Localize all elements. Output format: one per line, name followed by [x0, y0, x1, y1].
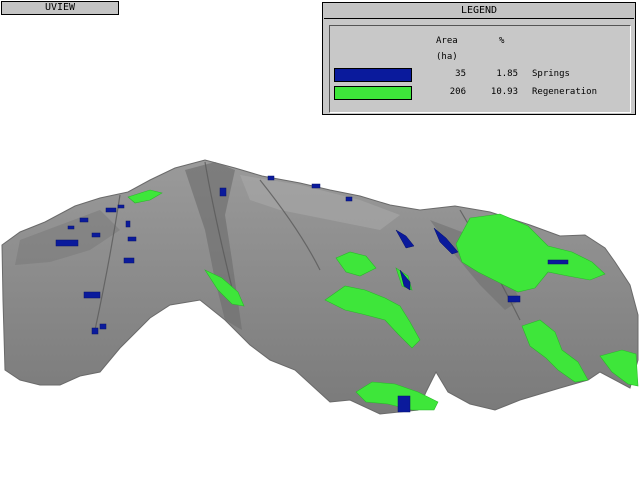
- spring-patch: [123, 257, 135, 264]
- spring-patch: [79, 217, 89, 223]
- spring-patch: [117, 204, 125, 209]
- spring-patch: [105, 207, 117, 213]
- spring-patch: [91, 327, 99, 335]
- spring-patch: [125, 220, 131, 228]
- spring-patch: [91, 232, 101, 238]
- spring-patch: [67, 225, 75, 230]
- regeneration-label: Regeneration: [532, 87, 598, 97]
- spring-patch: [345, 196, 353, 202]
- springs-swatch: [334, 68, 412, 82]
- legend-title: LEGEND: [324, 4, 634, 19]
- springs-label: Springs: [532, 69, 570, 79]
- spring-patch: [219, 187, 227, 197]
- spring-patch: [507, 295, 521, 303]
- regeneration-area: 206: [449, 87, 466, 97]
- spring-patch: [55, 239, 79, 247]
- legend-header-area: Area: [436, 36, 458, 46]
- regeneration-percent: 10.93: [490, 87, 518, 97]
- legend-panel: LEGEND Area % (ha) 35 1.85 Springs 206 1…: [322, 2, 636, 115]
- legend-body: Area % (ha) 35 1.85 Springs 206 10.93 Re…: [329, 25, 631, 113]
- spring-patch: [83, 291, 101, 299]
- spring-patch: [127, 236, 137, 242]
- spring-patch: [397, 395, 411, 413]
- spring-patch: [547, 259, 569, 265]
- uview-window-tab[interactable]: UVIEW: [1, 1, 119, 15]
- regeneration-swatch: [334, 86, 412, 100]
- legend-header-area-unit: (ha): [436, 52, 458, 62]
- spring-patch: [99, 323, 107, 330]
- springs-area: 35: [455, 69, 466, 79]
- spring-patch: [311, 183, 321, 189]
- spring-patch: [267, 175, 275, 181]
- legend-header-percent: %: [499, 36, 505, 46]
- springs-percent: 1.85: [496, 69, 518, 79]
